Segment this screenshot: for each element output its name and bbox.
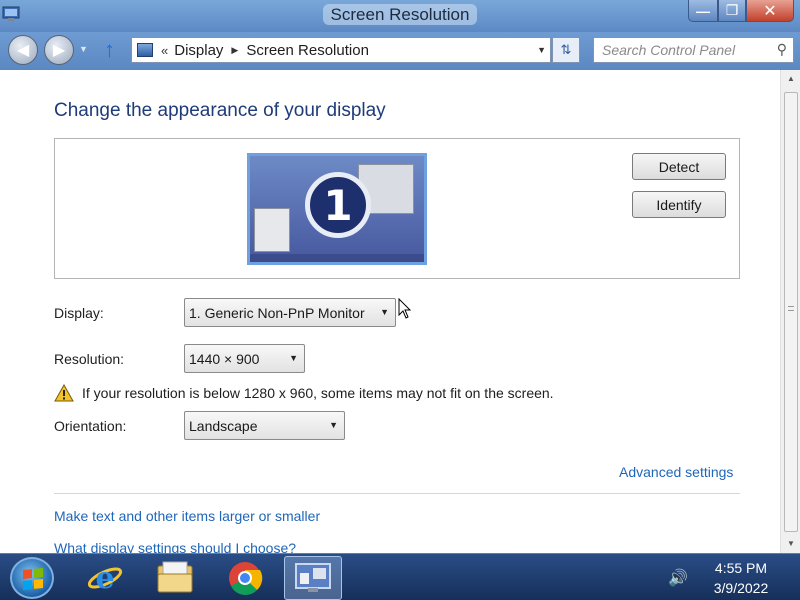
display-select[interactable]: 1. Generic Non-PnP Monitor ▼ (184, 298, 396, 327)
search-input[interactable]: Search Control Panel ⚲ (593, 37, 794, 63)
navigation-bar: ◀ ▶ ▼ ↑ « Display ▶ Screen Resolution ▼ … (0, 32, 800, 70)
vertical-scrollbar[interactable]: ▲ ▼ (780, 70, 800, 553)
windows-explorer-icon[interactable] (146, 556, 204, 600)
svg-text:e: e (95, 561, 114, 596)
control-panel-small-icon (137, 43, 153, 57)
refresh-button[interactable]: ⇅ (552, 37, 580, 63)
close-button[interactable]: ✕ (746, 0, 794, 22)
system-clock[interactable]: 4:55 PM 3/9/2022 (700, 558, 782, 598)
window-title: Screen Resolution (0, 4, 800, 25)
monitor-number-badge: 1 (305, 172, 371, 238)
breadcrumb-screen-resolution[interactable]: Screen Resolution (246, 42, 369, 59)
grip-icon (788, 306, 794, 311)
chevron-down-icon: ▼ (289, 353, 298, 363)
orientation-select[interactable]: Landscape ▼ (184, 411, 345, 440)
chevron-down-icon: ▼ (329, 420, 338, 430)
internet-explorer-icon[interactable]: e (76, 556, 134, 600)
breadcrumb-arrow-icon[interactable]: ▶ (231, 45, 238, 56)
scroll-down-icon[interactable]: ▼ (781, 535, 800, 553)
clock-date: 3/9/2022 (713, 580, 769, 596)
monitor-window-graphic-small (254, 208, 290, 252)
breadcrumb-display[interactable]: Display (174, 42, 223, 59)
page-title: Change the appearance of your display (54, 100, 386, 121)
breadcrumb-overflow-icon[interactable]: « (161, 43, 168, 58)
control-panel-display-icon[interactable] (284, 556, 342, 600)
address-bar[interactable]: « Display ▶ Screen Resolution ▼ (131, 37, 551, 63)
orientation-select-value: Landscape (189, 418, 258, 434)
forward-button[interactable]: ▶ (44, 35, 74, 65)
minimize-button[interactable]: — (688, 0, 718, 22)
monitor-taskbar-graphic (250, 254, 424, 262)
maximize-button[interactable]: ❐ (718, 0, 746, 22)
scroll-up-icon[interactable]: ▲ (781, 70, 800, 88)
warning-text: If your resolution is below 1280 x 960, … (82, 385, 554, 401)
start-button[interactable] (10, 557, 54, 599)
up-arrow-icon[interactable]: ↑ (104, 37, 115, 63)
title-bar: Screen Resolution — ❐ ✕ (0, 0, 800, 32)
orientation-label: Orientation: (54, 418, 127, 434)
google-chrome-icon[interactable] (216, 556, 274, 600)
address-dropdown-icon[interactable]: ▼ (537, 45, 546, 55)
mouse-cursor-icon (398, 298, 412, 319)
taskbar: e 🔊 4:55 PM 3/9/2022 (0, 553, 800, 600)
resolution-select[interactable]: 1440 × 900 ▼ (184, 344, 305, 373)
clock-time: 4:55 PM (714, 560, 768, 576)
text-size-link[interactable]: Make text and other items larger or smal… (54, 508, 320, 524)
display-label: Display: (54, 305, 104, 321)
scrollbar-thumb[interactable] (784, 92, 798, 532)
windows-logo-icon (23, 567, 43, 591)
monitor-preview-panel: 1 Detect Identify (54, 138, 740, 279)
resolution-warning: If your resolution is below 1280 x 960, … (54, 384, 554, 402)
caption-buttons: — ❐ ✕ (688, 0, 794, 22)
detect-button[interactable]: Detect (632, 153, 726, 180)
chevron-down-icon: ▼ (380, 307, 389, 317)
search-icon[interactable]: ⚲ (777, 41, 787, 58)
back-button[interactable]: ◀ (8, 35, 38, 65)
monitor-1-thumbnail[interactable]: 1 (247, 153, 427, 265)
resolution-select-value: 1440 × 900 (189, 351, 260, 367)
volume-icon[interactable]: 🔊 (668, 568, 688, 588)
content-pane: Change the appearance of your display 1 … (0, 70, 780, 556)
identify-button[interactable]: Identify (632, 191, 726, 218)
display-select-value: 1. Generic Non-PnP Monitor (189, 305, 365, 321)
recent-pages-dropdown-icon[interactable]: ▼ (79, 44, 88, 54)
resolution-label: Resolution: (54, 351, 125, 367)
divider (54, 493, 740, 494)
warning-icon (54, 384, 74, 402)
advanced-settings-link[interactable]: Advanced settings (619, 464, 733, 480)
search-placeholder: Search Control Panel (602, 42, 736, 58)
